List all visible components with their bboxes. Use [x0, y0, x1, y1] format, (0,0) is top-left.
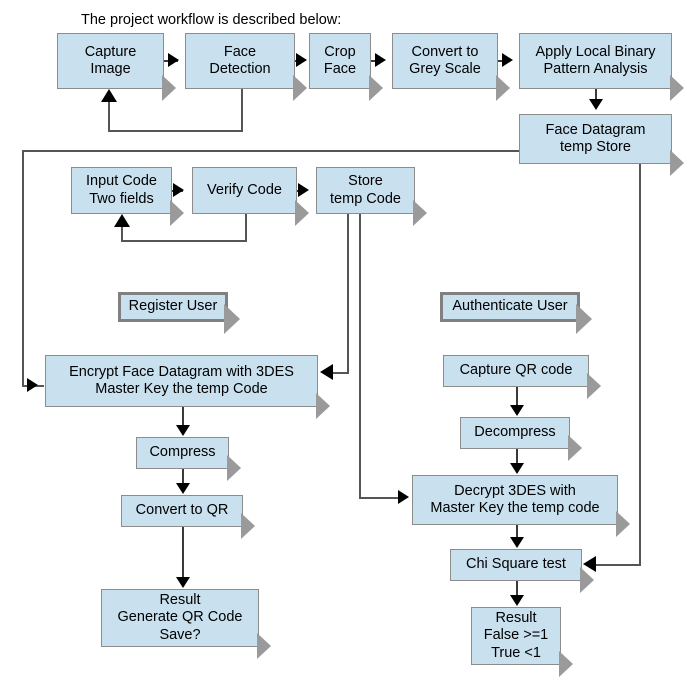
- node-result-generate-qr-code[interactable]: Result Generate QR Code Save?: [101, 589, 271, 659]
- connector-datagram-to-chi-across: [596, 564, 641, 566]
- connector-store-to-encrypt-down: [347, 214, 349, 373]
- node-input-code-two-fields[interactable]: Input Code Two fields: [71, 167, 184, 226]
- arrowhead-store-to-decrypt: [398, 490, 409, 504]
- node-label: Verify Code: [207, 181, 282, 198]
- arrowhead-compress-to-convertqr: [176, 483, 190, 494]
- connector-verify-feedback-down: [245, 214, 247, 241]
- node-chi-square-test[interactable]: Chi Square test: [450, 549, 594, 593]
- node-label: Decompress: [474, 424, 556, 441]
- arrowhead-verify-to-store: [298, 183, 309, 197]
- node-store-temp-code[interactable]: Store temp Code: [316, 167, 427, 226]
- node-crop-face[interactable]: Crop Face: [309, 33, 383, 101]
- arrowhead-grey-to-lbp: [502, 53, 513, 67]
- node-label: Decrypt 3DES with Master Key the temp co…: [430, 482, 600, 516]
- connector-encrypt-to-compress: [182, 407, 184, 427]
- connector-facedetect-feedback-across: [108, 130, 243, 132]
- arrowhead-chi-to-result: [510, 595, 524, 606]
- connector-facedetect-feedback-up: [108, 97, 110, 131]
- node-label: Face Datagram temp Store: [545, 121, 646, 155]
- arrowhead-crop-to-grey: [375, 53, 386, 67]
- arrowhead-captureqr-to-decompress: [510, 405, 524, 416]
- flowchart-canvas: The project workflow is described below:: [0, 0, 693, 684]
- arrowhead-datagram-to-chi: [583, 556, 596, 572]
- arrowhead-convertqr-to-result: [176, 577, 190, 588]
- node-label: Capture Image: [84, 43, 137, 77]
- node-convert-to-grey-scale[interactable]: Convert to Grey Scale: [392, 33, 510, 101]
- connector-datagram-wrap-left: [22, 150, 24, 386]
- node-label: Result Generate QR Code Save?: [117, 592, 243, 643]
- connector-captureqr-to-decompress: [516, 387, 518, 407]
- node-label: Convert to Grey Scale: [409, 43, 481, 77]
- node-face-datagram-temp-store[interactable]: Face Datagram temp Store: [519, 114, 684, 176]
- connector-datagram-to-chi-down: [639, 164, 641, 565]
- node-capture-image[interactable]: Capture Image: [57, 33, 176, 101]
- arrowhead-decompress-to-decrypt: [510, 463, 524, 474]
- node-label: Input Code Two fields: [86, 173, 157, 207]
- node-register-user[interactable]: Register User: [118, 292, 240, 334]
- node-decompress[interactable]: Decompress: [460, 417, 582, 461]
- connector-store-to-encrypt-across: [331, 372, 349, 374]
- connector-facedetect-feedback-down: [241, 89, 243, 131]
- connector-convertqr-to-result: [182, 527, 184, 579]
- arrowhead-feedback-to-capture: [101, 89, 117, 102]
- arrowhead-feedback-to-inputcode: [114, 214, 130, 227]
- node-label: Encrypt Face Datagram with 3DES Master K…: [69, 363, 294, 397]
- node-verify-code[interactable]: Verify Code: [192, 167, 309, 226]
- node-label: Register User: [128, 298, 218, 315]
- node-label: Authenticate User: [452, 298, 568, 315]
- arrowhead-inputcode-to-verify: [173, 183, 184, 197]
- node-label: Result False >=1 True <1: [483, 610, 549, 661]
- node-label: Chi Square test: [466, 556, 566, 573]
- node-compress[interactable]: Compress: [136, 437, 241, 481]
- node-label: Capture QR code: [459, 362, 573, 379]
- node-authenticate-user[interactable]: Authenticate User: [440, 292, 592, 334]
- node-face-detection[interactable]: Face Detection: [185, 33, 307, 101]
- node-decrypt-3des[interactable]: Decrypt 3DES with Master Key the temp co…: [412, 475, 630, 537]
- node-apply-local-binary-pattern-analysis[interactable]: Apply Local Binary Pattern Analysis: [519, 33, 684, 101]
- page-title: The project workflow is described below:: [81, 12, 342, 28]
- node-label: Apply Local Binary Pattern Analysis: [535, 43, 656, 77]
- arrowhead-decrypt-to-chi: [510, 537, 524, 548]
- node-encrypt-face-datagram-3des[interactable]: Encrypt Face Datagram with 3DES Master K…: [45, 355, 330, 419]
- connector-store-to-decrypt-down: [359, 214, 361, 498]
- node-label: Store temp Code: [330, 173, 401, 207]
- connector-store-to-decrypt-across: [359, 497, 399, 499]
- arrowhead-encrypt-to-compress: [176, 425, 190, 436]
- node-convert-to-qr[interactable]: Convert to QR: [121, 495, 255, 539]
- arrowhead-capture-to-face: [168, 53, 179, 67]
- node-capture-qr-code[interactable]: Capture QR code: [443, 355, 601, 399]
- arrowhead-lbp-to-datagram: [589, 99, 603, 110]
- connector-datagram-wrap-top: [22, 150, 521, 152]
- node-label: Convert to QR: [135, 502, 229, 519]
- arrowhead-face-to-crop: [296, 53, 307, 67]
- arrowhead-store-to-encrypt: [320, 364, 333, 380]
- connector-verify-feedback-across: [121, 240, 247, 242]
- arrowhead-wrap-to-encrypt: [27, 378, 38, 392]
- node-label: Compress: [149, 444, 216, 461]
- node-result-chi-square[interactable]: Result False >=1 True <1: [471, 607, 573, 677]
- node-label: Face Detection: [209, 43, 271, 77]
- node-label: Crop Face: [323, 43, 357, 77]
